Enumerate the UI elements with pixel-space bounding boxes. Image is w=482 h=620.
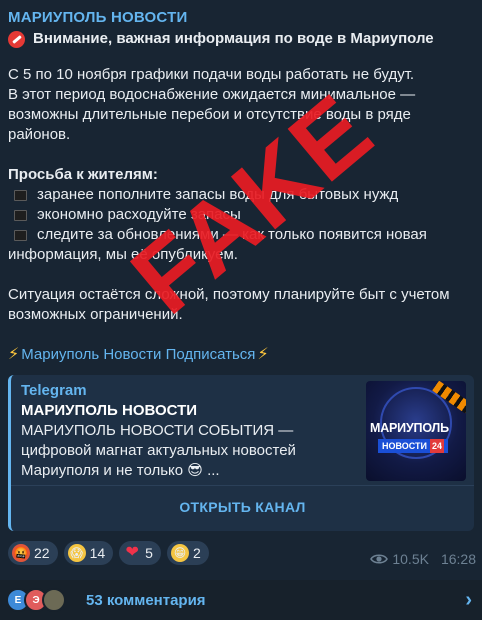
paragraph-line: С 5 по 10 ноября графики подачи воды раб… [8,66,415,83]
bullet-text: заранее пополните запасы воды для бытовы… [37,186,399,203]
thumbnail-subtitle: НОВОСТИ 24 [378,439,449,453]
lightning-icon: ⚡ [257,346,269,363]
no-entry-icon [8,30,25,48]
bullet-text: следите за обновлениями — как только поя… [37,226,427,243]
paragraph-line: возможных ограничений. [8,306,183,323]
paragraph-line: возможны длительные перебои и отсутствие… [8,106,411,123]
card-description-line: МАРИУПОЛЬ НОВОСТИ СОБЫТИЯ — [21,422,294,439]
comments-bar[interactable]: Е Э 53 комментария › [0,580,482,620]
paragraph-line: районов. [8,126,71,143]
bullet-continuation: информация, мы её опубликуем. [8,246,238,263]
thumbnail-title: МАРИУПОЛЬ [370,421,449,435]
channel-preview-card[interactable]: Telegram МАРИУПОЛЬ НОВОСТИ МАРИУПОЛЬ НОВ… [8,375,474,531]
channel-post: МАРИУПОЛЬ НОВОСТИ Внимание, важная инфор… [0,0,482,580]
black-square-icon [14,229,27,241]
avatar [42,588,66,612]
black-square-icon [14,209,27,221]
bullet-item: следите за обновлениями — как только поя… [8,225,474,245]
open-channel-button[interactable]: ОТКРЫТЬ КАНАЛ [11,489,474,525]
reactions-bar: 🤬 22 😱 14 ❤ 5 😁 2 [8,541,209,565]
black-square-icon [14,189,27,201]
card-description: МАРИУПОЛЬ НОВОСТИ СОБЫТИЯ — цифровой маг… [21,421,351,481]
paragraph-line: В этот период водоснабжение ожидается ми… [8,86,416,103]
commenter-avatars: Е Э [6,588,66,612]
bullet-item: заранее пополните запасы воды для бытовы… [8,185,474,205]
comments-count-label[interactable]: 53 комментария [86,592,206,609]
paragraph-schedule: С 5 по 10 ноября графики подачи воды раб… [8,65,474,145]
card-description-line: Мариуполя и не только 😎 ... [21,462,220,479]
subscribe-row: ⚡ Мариуполь Новости Подписаться ⚡ [8,345,474,365]
chevron-right-icon[interactable]: › [465,590,472,610]
post-time: 16:28 [440,551,476,567]
paragraph-situation: Ситуация остаётся сложной, поэтому плани… [8,285,474,325]
card-divider [11,485,474,486]
view-count: 10.5K [392,551,429,567]
reaction-count: 5 [145,545,153,561]
reaction-scream[interactable]: 😱 14 [63,541,114,565]
angry-face-icon: 🤬 [12,544,30,562]
reaction-grin[interactable]: 😁 2 [166,541,209,565]
eye-icon [370,554,389,564]
card-description-line: цифровой магнат актуальных новостей [21,442,296,459]
post-meta: 10.5K 16:28 [370,551,476,567]
request-heading: Просьба к жителям: [8,166,158,183]
thumbnail-subtitle-text: НОВОСТИ [382,441,428,451]
heart-icon: ❤ [125,544,139,561]
grinning-face-icon: 😁 [170,544,189,562]
post-headline: Внимание, важная информация по воде в Ма… [8,28,474,50]
reaction-count: 14 [89,545,106,561]
subscribe-link[interactable]: Мариуполь Новости Подписаться [21,345,255,365]
bullet-text: экономно расходуйте запасы [37,206,241,223]
paragraph-line: Ситуация остаётся сложной, поэтому плани… [8,286,450,303]
headline-text: Внимание, важная информация по воде в Ма… [33,30,434,47]
channel-name[interactable]: МАРИУПОЛЬ НОВОСТИ [8,8,474,28]
reaction-angry[interactable]: 🤬 22 [8,541,58,565]
reaction-count: 22 [34,545,50,561]
channel-thumbnail: МАРИУПОЛЬ НОВОСТИ 24 [366,381,466,481]
lightning-icon: ⚡ [8,346,20,363]
reaction-count: 2 [192,545,201,561]
bullet-item: экономно расходуйте запасы [8,205,474,225]
reaction-heart[interactable]: ❤ 5 [119,541,161,565]
thumbnail-badge: 24 [430,439,445,453]
screaming-face-icon: 😱 [67,544,86,562]
